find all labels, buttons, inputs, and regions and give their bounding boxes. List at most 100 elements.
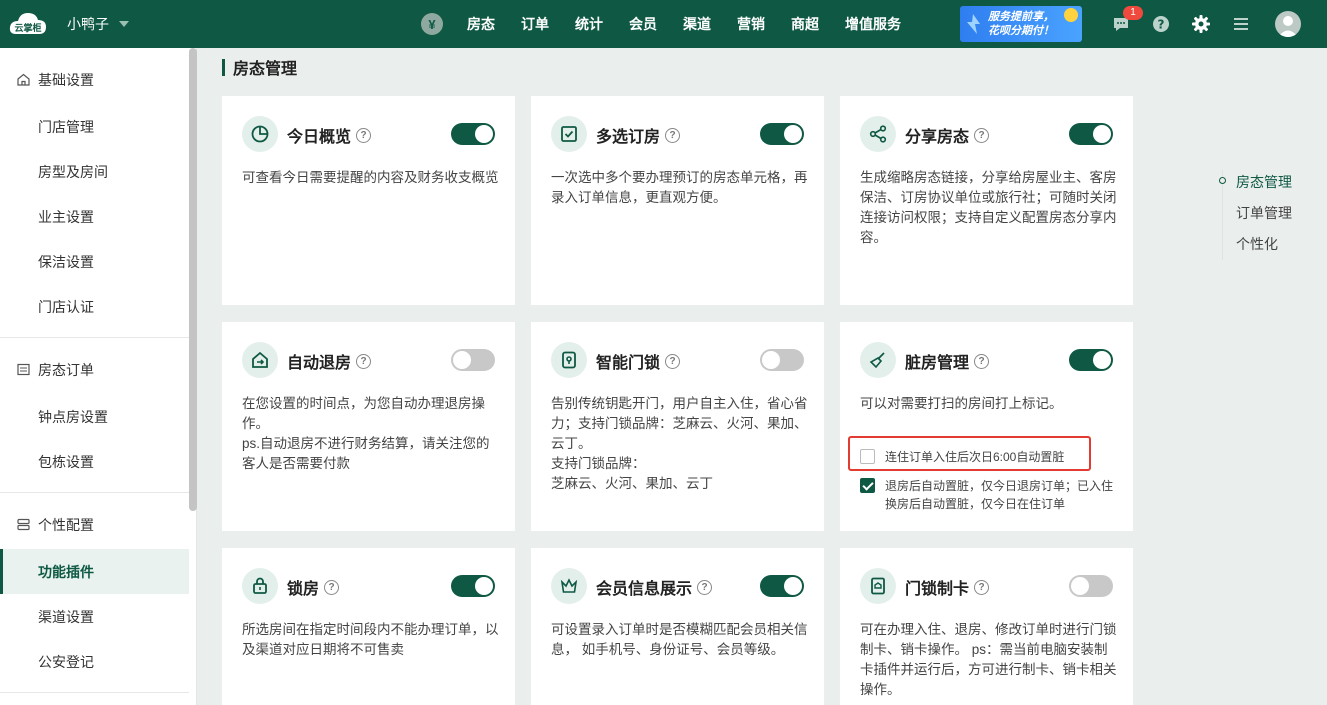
nav-item-3[interactable]: 会员 <box>629 14 657 34</box>
card-title: 会员信息展示 <box>596 581 693 598</box>
promo-line-2: 花呗分期付！ <box>988 25 1054 37</box>
card-title: 自动退房 <box>287 355 352 372</box>
auto-checkout-toggle[interactable] <box>451 349 495 371</box>
plugin-card-door-card: 门锁制卡? 可在办理入住、退房、修改订单时进行门锁制卡、销卡操作。 ps：需当前… <box>840 548 1133 705</box>
anchor-dot <box>1219 177 1226 184</box>
option-checkout-dirty[interactable]: 退房后自动置脏，仅今日退房订单；已入住换房后自动置脏，仅今日在住订单 <box>860 477 1120 513</box>
sidebar-group-personalize[interactable]: 个性配置 <box>0 502 189 547</box>
smart-lock-icon <box>551 342 587 378</box>
option-label: 连住订单入住后次日6:00自动置脏 <box>885 450 1065 464</box>
help-icon[interactable]: ? <box>665 353 681 369</box>
main-nav: 房态 订单 统计 会员 渠道 营销 商超 增值服务 <box>467 0 927 48</box>
message-badge: 1 <box>1123 6 1143 20</box>
avatar[interactable] <box>1275 11 1301 37</box>
help-icon[interactable]: ? <box>697 579 713 595</box>
plugin-card-auto-checkout: 自动退房? 在您设置的时间点，为您自动办理退房操作。 ps.自动退房不进行财务结… <box>222 322 515 531</box>
card-title: 门锁制卡 <box>905 581 970 598</box>
chevron-down-icon <box>119 21 129 27</box>
sidebar-item-channels[interactable]: 渠道设置 <box>0 594 189 639</box>
card-description: 所选房间在指定时间段内不能办理订单，以及渠道对应日期将不可售卖 <box>242 622 499 657</box>
sidebar-item-owner[interactable]: 业主设置 <box>0 194 189 239</box>
card-description: 可查看今日需要提醒的内容及财务收支概览 <box>242 170 499 185</box>
divider <box>0 692 189 693</box>
sidebar-item-whole-building[interactable]: 包栋设置 <box>0 439 189 484</box>
sidebar-scrollbar[interactable] <box>189 48 197 511</box>
member-info-toggle[interactable] <box>760 575 804 597</box>
menu-icon[interactable] <box>1231 14 1251 34</box>
home-icon <box>17 73 30 86</box>
multi-select-icon <box>551 116 587 152</box>
help-icon[interactable]: ? <box>356 353 372 369</box>
card-description: 可设置录入订单时是否模糊匹配会员相关信息， 如手机号、身份证号、会员等级。 <box>551 622 808 657</box>
promo-banner[interactable]: 服务提前享， 花呗分期付！ <box>960 6 1082 42</box>
plugin-card-share: 分享房态? 生成缩略房态链接，分享给房屋业主、客房保洁、订房协议单位或旅行社；可… <box>840 96 1133 305</box>
logo-text: 云掌柜 <box>14 22 41 34</box>
plugin-card-member-info: 会员信息展示? 可设置录入订单时是否模糊匹配会员相关信息， 如手机号、身份证号、… <box>531 548 824 705</box>
option-continuous-stay[interactable]: 连住订单入住后次日6:00自动置脏 <box>860 448 1110 466</box>
overview-toggle[interactable] <box>451 123 495 145</box>
anchor-room-status[interactable]: 房态管理 <box>1236 172 1292 192</box>
sidebar-item-hourly[interactable]: 钟点房设置 <box>0 394 189 439</box>
card-description: 生成缩略房态链接，分享给房屋业主、客房保洁、订房协议单位或旅行社；可随时关闭连接… <box>860 170 1117 245</box>
sidebar-item-plugins[interactable]: 功能插件 <box>0 549 189 594</box>
broom-icon <box>860 342 896 378</box>
nav-item-5[interactable]: 营销 <box>737 14 765 34</box>
card-description: 在您设置的时间点，为您自动办理退房操作。 ps.自动退房不进行财务结算，请关注您… <box>242 396 490 471</box>
help-icon[interactable]: ? <box>356 127 372 143</box>
nav-item-4[interactable]: 渠道 <box>683 14 711 34</box>
option-label: 退房后自动置脏，仅今日退房订单；已入住换房后自动置脏，仅今日在住订单 <box>885 479 1114 511</box>
nav-item-2[interactable]: 统计 <box>575 14 603 34</box>
help-icon[interactable]: ? <box>974 353 990 369</box>
sidebar-item-store[interactable]: 门店管理 <box>0 104 189 149</box>
sidebar-item-room-types[interactable]: 房型及房间 <box>0 149 189 194</box>
store-selector[interactable]: 小鸭子 <box>67 0 129 48</box>
page-title: 房态管理 <box>222 56 297 78</box>
card-description: 可以对需要打扫的房间打上标记。 <box>860 396 1063 411</box>
help-icon[interactable]: ? <box>324 579 340 595</box>
card-description: 告别传统钥匙开门，用户自主入住，省心省力；支持门锁品牌：芝麻云、火河、果加、云丁… <box>551 396 808 491</box>
help-icon[interactable]: ? <box>974 127 990 143</box>
svg-text:?: ? <box>1158 18 1165 32</box>
app-logo[interactable]: 云掌柜 <box>8 6 48 42</box>
anchor-orders[interactable]: 订单管理 <box>1236 203 1292 223</box>
anchor-personalize[interactable]: 个性化 <box>1236 234 1278 254</box>
plugin-card-smart-lock: 智能门锁? 告别传统钥匙开门，用户自主入住，省心省力；支持门锁品牌：芝麻云、火河… <box>531 322 824 531</box>
sidebar-item-cleaning[interactable]: 保洁设置 <box>0 239 189 284</box>
card-title: 多选订房 <box>596 129 661 146</box>
sidebar: 基础设置 门店管理 房型及房间 业主设置 保洁设置 门店认证 房态订单 钟点房设… <box>0 48 197 705</box>
sidebar-group-basic[interactable]: 基础设置 <box>0 57 189 102</box>
help-icon[interactable]: ? <box>974 579 990 595</box>
auto-checkout-icon <box>242 342 278 378</box>
help-icon[interactable]: ? <box>665 127 681 143</box>
store-name: 小鸭子 <box>67 16 109 32</box>
checkout-dirty-checkbox[interactable] <box>860 478 875 493</box>
user-icon <box>1278 16 1298 37</box>
door-card-toggle[interactable] <box>1069 575 1113 597</box>
promo-decoration-icon <box>967 14 980 34</box>
share-toggle[interactable] <box>1069 123 1113 145</box>
sidebar-item-police[interactable]: 公安登记 <box>0 639 189 684</box>
card-title: 分享房态 <box>905 129 970 146</box>
gear-icon[interactable] <box>1191 14 1211 34</box>
plugin-card-multi-book: 多选订房? 一次选中多个要办理预订的房态单元格，再录入订单信息，更直观方便。 <box>531 96 824 305</box>
nav-item-7[interactable]: 增值服务 <box>845 14 901 34</box>
nav-item-6[interactable]: 商超 <box>791 14 819 34</box>
help-icon[interactable]: ? <box>1151 14 1171 34</box>
multi-book-toggle[interactable] <box>760 123 804 145</box>
sidebar-item-certification[interactable]: 门店认证 <box>0 284 189 329</box>
lock-room-toggle[interactable] <box>451 575 495 597</box>
smart-lock-toggle[interactable] <box>760 349 804 371</box>
continuous-stay-checkbox[interactable] <box>860 449 875 464</box>
config-icon <box>17 518 30 531</box>
currency-icon[interactable]: ¥ <box>421 13 443 35</box>
nav-item-0[interactable]: 房态 <box>467 14 495 34</box>
plugin-card-lock-room: 锁房? 所选房间在指定时间段内不能办理订单，以及渠道对应日期将不可售卖 <box>222 548 515 705</box>
door-card-icon <box>860 568 896 604</box>
overview-pie-icon <box>242 116 278 152</box>
card-title: 脏房管理 <box>905 355 970 372</box>
nav-item-1[interactable]: 订单 <box>521 14 549 34</box>
moon-icon <box>1064 8 1078 22</box>
lock-icon <box>242 568 278 604</box>
dirty-room-toggle[interactable] <box>1069 349 1113 371</box>
sidebar-group-orders[interactable]: 房态订单 <box>0 347 189 392</box>
